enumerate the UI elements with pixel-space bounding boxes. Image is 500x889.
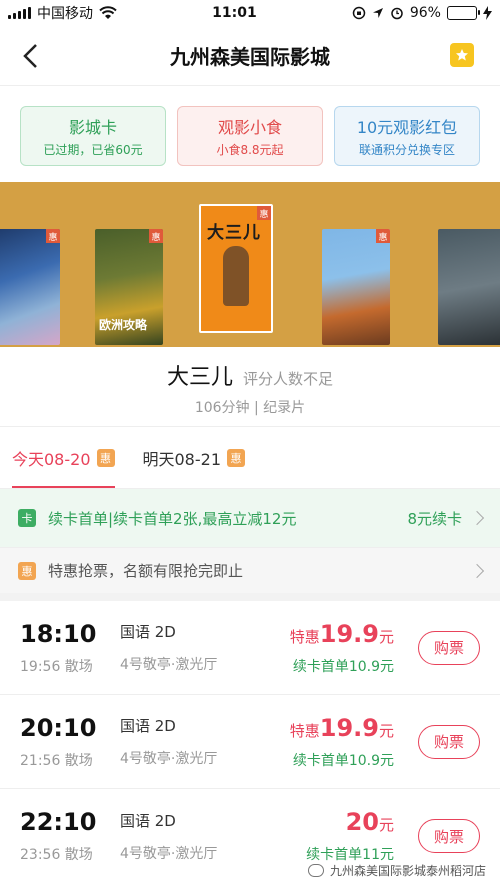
end-time: 21:56 散场 xyxy=(20,752,93,769)
tab-label: 明天08-21 xyxy=(142,449,222,469)
chevron-right-icon xyxy=(469,563,485,578)
cinema-card-button[interactable]: 影城卡 已过期，已省60元 xyxy=(20,106,166,166)
hall-name: 4号敬亭·激光厅 xyxy=(120,751,218,767)
price-unit: 元 xyxy=(378,816,394,834)
promo-text: 续卡首单|续卡首单2张,最高立减12元 xyxy=(48,509,297,528)
price-unit: 元 xyxy=(378,721,394,740)
movie-meta: 106分钟 | 纪录片 xyxy=(194,400,306,416)
movie-poster[interactable]: 惠 xyxy=(322,229,390,345)
page-title: 九州森美国际影城 xyxy=(170,45,330,69)
battery-percent: 96% xyxy=(409,5,441,21)
end-time: 19:56 散场 xyxy=(20,658,93,675)
price-value: 19.9 xyxy=(319,619,379,648)
buy-ticket-button[interactable]: 购票 xyxy=(418,630,480,665)
card-price: 续卡首单10.9元 xyxy=(292,752,394,769)
carrier-label: 中国移动 xyxy=(37,6,93,22)
showtime-row[interactable]: 18:10 19:56 散场 国语 2D 4号敬亭·激光厅 特惠19.9元 续卡… xyxy=(0,601,500,695)
start-time: 22:10 xyxy=(20,808,97,836)
battery-icon xyxy=(446,6,480,20)
tab-today[interactable]: 今天08-20 惠 xyxy=(12,427,115,488)
buy-ticket-button[interactable]: 购票 xyxy=(418,819,480,853)
price: 特惠19.9元 xyxy=(270,714,394,742)
showtime-list: 18:10 19:56 散场 国语 2D 4号敬亭·激光厅 特惠19.9元 续卡… xyxy=(0,601,500,883)
card-title: 观影小食 xyxy=(217,118,282,137)
card-price: 续卡首单11元 xyxy=(306,847,394,863)
movie-score: 评分人数不足 xyxy=(243,370,334,388)
poster-carousel[interactable]: 惠 惠 欧洲攻略 惠 大三儿 惠 xyxy=(0,182,500,347)
signal-icon xyxy=(8,7,31,19)
price-value: 19.9 xyxy=(319,713,379,742)
star-icon xyxy=(456,49,468,61)
discount-promo[interactable]: 惠 特惠抢票，名额有限抢完即止 xyxy=(0,547,500,601)
tab-label: 今天08-20 xyxy=(12,449,91,469)
poster-figure xyxy=(223,246,249,306)
quick-cards: 影城卡 已过期，已省60元 观影小食 小食8.8元起 10元观影红包 联通积分兑… xyxy=(0,86,500,182)
promo-text: 特惠抢票，名额有限抢完即止 xyxy=(48,562,244,580)
price-unit: 元 xyxy=(378,627,394,646)
poster-title: 欧洲攻略 xyxy=(99,318,148,332)
start-time: 20:10 xyxy=(20,713,97,742)
language-format: 国语 2D xyxy=(120,717,176,735)
card-subtitle: 已过期，已省60元 xyxy=(43,143,143,157)
hall-name: 4号敬亭·激光厅 xyxy=(120,657,218,673)
location-icon xyxy=(372,8,383,18)
alarm-icon xyxy=(391,7,403,20)
start-time: 18:10 xyxy=(20,619,97,648)
price: 特惠19.9元 xyxy=(270,620,394,648)
discount-tag: 惠 xyxy=(46,229,60,243)
movie-poster-selected[interactable]: 惠 大三儿 xyxy=(199,204,273,333)
discount-tag: 惠 xyxy=(376,229,390,243)
discount-badge: 惠 xyxy=(227,448,245,467)
red-packet-card-button[interactable]: 10元观影红包 联通积分兑换专区 xyxy=(334,106,480,166)
showtime-row[interactable]: 20:10 21:56 散场 国语 2D 4号敬亭·激光厅 特惠19.9元 续卡… xyxy=(0,695,500,789)
charging-icon xyxy=(482,6,492,20)
language-format: 国语 2D xyxy=(120,623,176,641)
language-format: 国语 2D xyxy=(120,811,176,830)
movie-poster[interactable] xyxy=(438,229,500,345)
movie-name: 大三儿 xyxy=(166,365,233,390)
discount-tag: 惠 xyxy=(149,229,163,243)
hall-name: 4号敬亭·激光厅 xyxy=(120,845,218,862)
clock: 11:01 xyxy=(212,5,257,21)
discount-badge: 惠 xyxy=(18,561,36,580)
watermark: 九州森美国际影城泰州稻河店 xyxy=(307,862,486,879)
snacks-card-button[interactable]: 观影小食 小食8.8元起 xyxy=(177,106,323,166)
price: 20元 xyxy=(270,808,394,836)
favorite-button[interactable] xyxy=(450,43,474,67)
price-value: 20 xyxy=(345,808,379,836)
movie-poster[interactable]: 惠 xyxy=(0,229,60,345)
rotation-lock-icon xyxy=(352,6,366,20)
date-tabs: 今天08-20 惠 明天08-21 惠 xyxy=(0,427,500,489)
watermark-text: 九州森美国际影城泰州稻河店 xyxy=(329,864,486,878)
wifi-icon xyxy=(99,6,117,19)
card-subtitle: 联通积分兑换专区 xyxy=(358,143,455,157)
price-label: 特惠 xyxy=(289,627,320,646)
card-price: 续卡首单10.9元 xyxy=(292,658,394,675)
discount-badge: 惠 xyxy=(96,448,115,467)
status-bar: 中国移动 11:01 96% xyxy=(0,0,500,26)
chevron-left-icon xyxy=(23,44,37,68)
card-title: 10元观影红包 xyxy=(356,118,458,137)
buy-ticket-button[interactable]: 购票 xyxy=(418,724,480,759)
back-button[interactable] xyxy=(14,40,46,72)
poster-title: 大三儿 xyxy=(207,223,261,243)
card-badge: 卡 xyxy=(18,509,36,527)
movie-poster[interactable]: 惠 欧洲攻略 xyxy=(95,229,163,345)
end-time: 23:56 散场 xyxy=(20,847,93,863)
price-label: 特惠 xyxy=(289,721,320,740)
tab-tomorrow[interactable]: 明天08-21 惠 xyxy=(142,427,245,488)
nav-header: 九州森美国际影城 xyxy=(0,26,500,86)
movie-info: 大三儿 评分人数不足 106分钟 | 纪录片 xyxy=(0,347,500,427)
card-renewal-promo[interactable]: 卡 续卡首单|续卡首单2张,最高立减12元 8元续卡 xyxy=(0,489,500,547)
card-title: 影城卡 xyxy=(68,118,117,137)
chevron-right-icon xyxy=(469,510,485,526)
promo-action: 8元续卡 xyxy=(407,509,462,528)
wechat-icon xyxy=(307,864,324,877)
card-subtitle: 小食8.8元起 xyxy=(216,143,284,157)
